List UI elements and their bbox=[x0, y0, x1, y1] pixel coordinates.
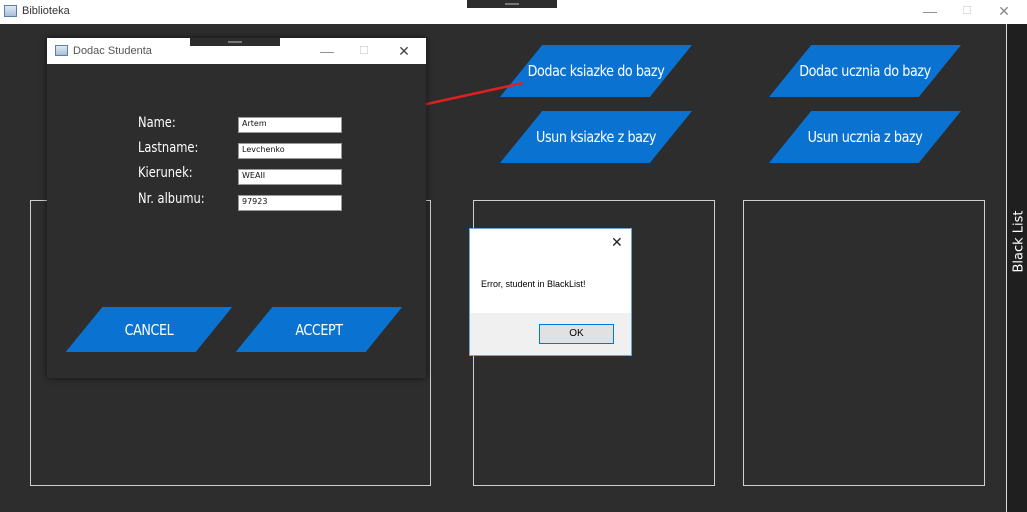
minimize-button[interactable]: — bbox=[916, 2, 944, 20]
close-button[interactable]: ✕ bbox=[990, 2, 1018, 20]
lastname-label: Lastname: bbox=[138, 140, 199, 156]
name-label: Name: bbox=[138, 115, 176, 131]
lastname-input[interactable]: Levchenko bbox=[238, 143, 342, 159]
dialog-app-icon bbox=[55, 45, 68, 56]
remove-student-label: Usun ucznia z bazy bbox=[807, 128, 923, 146]
name-input[interactable]: Artem bbox=[238, 117, 342, 133]
accept-label: ACCEPT bbox=[295, 320, 343, 339]
blacklist-sidebar[interactable]: Black List bbox=[1006, 24, 1027, 512]
cancel-button[interactable]: CANCEL bbox=[65, 307, 233, 352]
error-message-text: Error, student in BlackList! bbox=[481, 279, 586, 289]
dialog-grip[interactable] bbox=[190, 38, 280, 46]
kierunek-input[interactable]: WEAII bbox=[238, 169, 342, 185]
dialog-minimize-button[interactable]: — bbox=[313, 42, 341, 60]
dialog-close-button[interactable]: ✕ bbox=[390, 42, 418, 60]
dialog-titlebar: Dodac Studenta — ☐ ✕ bbox=[47, 38, 426, 64]
album-label: Nr. albumu: bbox=[138, 191, 205, 207]
ok-button[interactable]: OK bbox=[539, 324, 614, 344]
cancel-label: CANCEL bbox=[124, 320, 174, 339]
blacklist-label: Black List bbox=[1011, 210, 1027, 273]
panel-right bbox=[743, 200, 985, 486]
remove-student-button[interactable]: Usun ucznia z bazy bbox=[768, 111, 962, 163]
add-student-label: Dodac ucznia do bazy bbox=[799, 62, 931, 80]
main-titlebar: Biblioteka — ☐ ✕ bbox=[0, 0, 1027, 24]
maximize-button[interactable]: ☐ bbox=[953, 2, 981, 20]
kierunek-label: Kierunek: bbox=[138, 165, 193, 181]
window-app-icon bbox=[4, 5, 17, 17]
error-message-box: ✕ Error, student in BlackList! OK bbox=[469, 228, 632, 356]
dialog-maximize-button[interactable]: ☐ bbox=[350, 42, 378, 60]
message-body: ✕ Error, student in BlackList! bbox=[470, 229, 631, 313]
window-title: Biblioteka bbox=[22, 5, 70, 17]
add-student-button[interactable]: Dodac ucznia do bazy bbox=[768, 45, 962, 97]
titlebar-grip[interactable] bbox=[467, 0, 557, 8]
album-input[interactable]: 97923 bbox=[238, 195, 342, 211]
add-book-label: Dodac ksiazke do bazy bbox=[527, 62, 665, 80]
accept-button[interactable]: ACCEPT bbox=[235, 307, 403, 352]
add-student-dialog: Dodac Studenta — ☐ ✕ Name: Artem Lastnam… bbox=[47, 38, 426, 378]
dialog-title: Dodac Studenta bbox=[73, 45, 152, 57]
remove-book-label: Usun ksiazke z bazy bbox=[536, 128, 656, 146]
message-close-icon[interactable]: ✕ bbox=[611, 234, 623, 251]
